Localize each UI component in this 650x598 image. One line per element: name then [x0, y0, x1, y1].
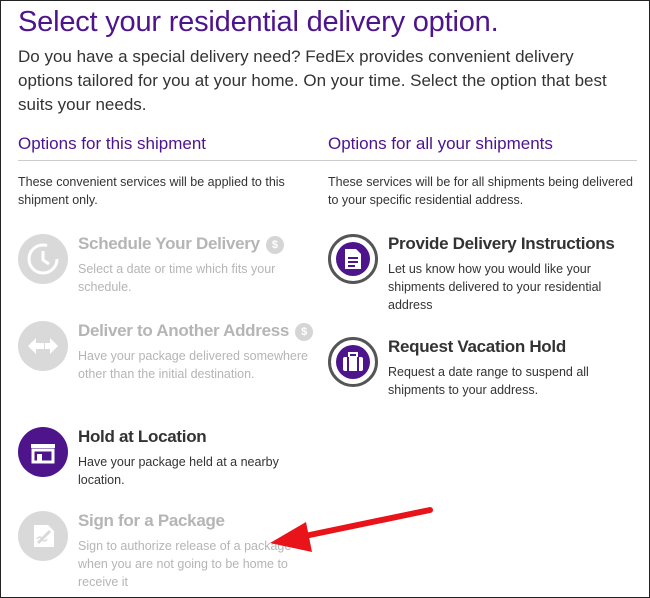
annotation-arrow — [270, 507, 433, 552]
